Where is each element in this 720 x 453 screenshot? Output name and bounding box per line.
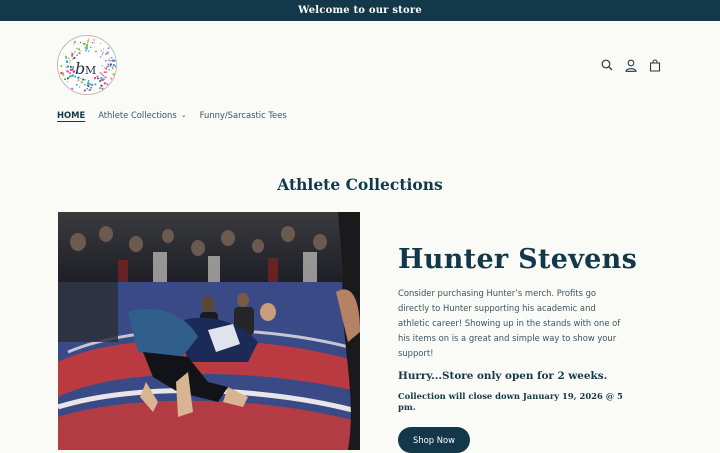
nav-home[interactable]: HOME [57,110,85,120]
nav-funny-tees[interactable]: Funny/Sarcastic Tees [200,110,287,120]
main-nav: HOME Athlete Collections ⌄ Funny/Sarcast… [57,110,287,120]
shop-now-button[interactable]: Shop Now [398,427,470,453]
logo-graphic: b M [59,37,116,94]
nav-funny-tees-label: Funny/Sarcastic Tees [199,110,287,120]
account-icon[interactable] [624,57,638,73]
header-icons [600,57,662,73]
site-header: b M HOME Athlete Collections ⌄ Funny/Sar… [0,21,720,133]
store-logo[interactable]: b M [57,35,117,95]
nav-athlete-collections-label: Athlete Collections [98,110,177,120]
chevron-down-icon: ⌄ [180,111,187,119]
feature-description: Consider purchasing Hunter’s merch. Prof… [398,288,621,358]
logo-letter-b: b [75,59,85,78]
logo-letter-m: M [85,64,96,77]
announcement-bar: Welcome to our store [0,0,720,21]
section-title: Athlete Collections [277,175,443,194]
search-icon[interactable] [600,57,614,73]
nav-athlete-collections[interactable]: Athlete Collections ⌄ [98,110,186,120]
cart-icon[interactable] [648,57,662,73]
closing-notice: Collection will close down January 19, 2… [398,391,623,412]
feature-text: Hunter Stevens Consider purchasing Hunte… [398,244,638,453]
athlete-photo [58,212,360,450]
athlete-name: Hunter Stevens [398,244,638,275]
wrestling-photo-graphic [58,212,360,450]
nav-home-label: HOME [57,110,86,120]
hurry-notice: Hurry...Store only open for 2 weeks. [398,370,608,382]
announcement-text: Welcome to our store [298,5,422,16]
